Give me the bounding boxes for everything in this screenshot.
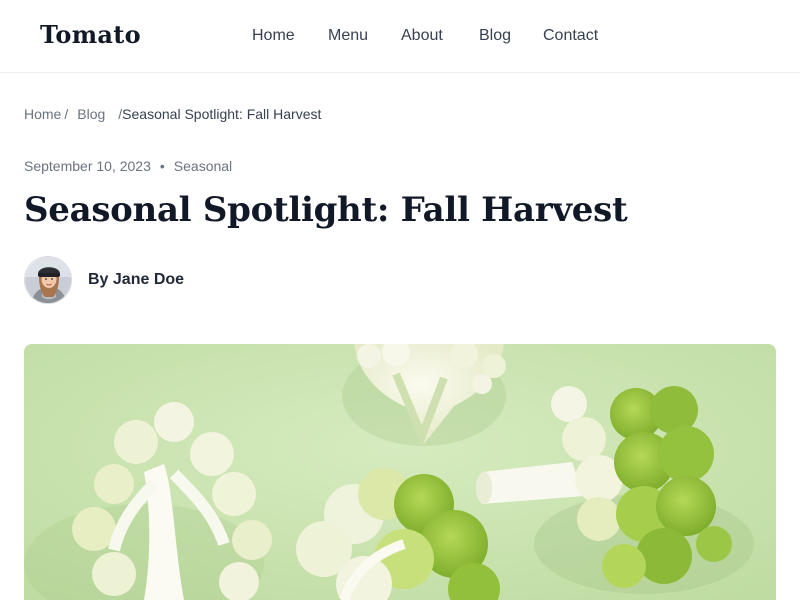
author-name[interactable]: By Jane Doe [88, 271, 184, 289]
post-meta: September 10, 2023 • Seasonal [24, 158, 232, 174]
site-logo[interactable]: Tomato [40, 20, 141, 49]
site-header: Tomato Home Menu About Blog Contact [0, 0, 800, 73]
author-avatar [24, 256, 72, 304]
breadcrumb-blog-link[interactable]: Blog [77, 106, 105, 122]
cauliflower-photo [24, 344, 776, 600]
post-date: September 10, 2023 [24, 158, 151, 174]
breadcrumb-current: Seasonal Spotlight: Fall Harvest [122, 106, 322, 122]
nav-about-link[interactable]: About [401, 27, 443, 45]
breadcrumb-separator: / [64, 106, 69, 122]
author-info: By Jane Doe [24, 256, 184, 304]
nav-contact-link[interactable]: Contact [543, 27, 598, 45]
post-title: Seasonal Spotlight: Fall Harvest [24, 190, 628, 230]
breadcrumb-home-link[interactable]: Home [24, 106, 61, 122]
nav-menu-link[interactable]: Menu [328, 27, 368, 45]
author-avatar-photo [25, 257, 71, 303]
breadcrumb: Home / Blog/Seasonal Spotlight: Fall Harve… [24, 106, 321, 122]
featured-image [24, 344, 776, 600]
post-category-link[interactable]: Seasonal [174, 158, 232, 174]
meta-separator: • [159, 158, 165, 174]
nav-home-link[interactable]: Home [252, 27, 295, 45]
nav-blog-link[interactable]: Blog [479, 27, 511, 45]
